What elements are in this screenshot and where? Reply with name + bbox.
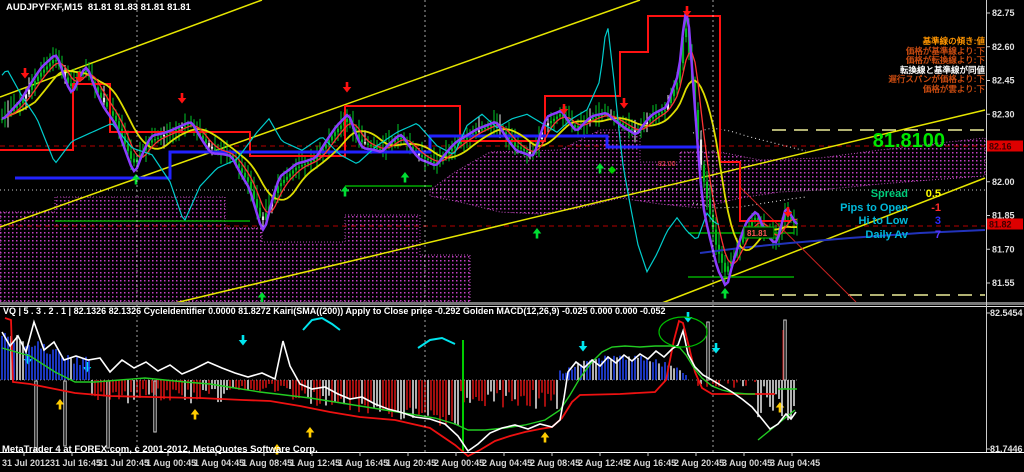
arrow-up-icon <box>401 172 410 183</box>
price-axis: 82.7582.6082.4582.3082.1582.0081.8581.70… <box>986 8 1023 454</box>
arrow-up-icon <box>776 402 785 413</box>
arrow-up-icon <box>56 399 65 410</box>
info-row-label: Spread <box>871 188 908 202</box>
arrow-down-icon <box>21 68 30 79</box>
svg-text:2 Aug 16:45: 2 Aug 16:45 <box>626 458 676 468</box>
info-row-value: 3 <box>915 215 941 229</box>
info-row-label: Pips to Open <box>840 202 908 216</box>
mt4-chart-window: 82.0081.8182.7582.6082.4582.3082.1582.00… <box>0 0 1024 472</box>
arrow-down-icon <box>83 362 92 373</box>
svg-text:81.70: 81.70 <box>992 244 1015 254</box>
indicator-title: VQ | 5 . 3 . 2 . 1 | 82.1326 82.1326 Cyc… <box>3 306 666 316</box>
trade-price-label: 81.81 <box>747 229 768 238</box>
info-row-value: -1 <box>915 202 941 216</box>
info-row: Spread 0.5 <box>840 188 985 202</box>
svg-text:2 Aug 00:45: 2 Aug 00:45 <box>434 458 484 468</box>
svg-text:82.30: 82.30 <box>992 109 1015 119</box>
chart-symbol-title: AUDJPYFXF,M15 81.81 81.83 81.81 81.81 <box>6 2 191 13</box>
info-row: Pips to Open -1 <box>840 202 985 216</box>
info-row-label: Daily Av <box>865 229 908 243</box>
ichimoku-status-line: 価格が雲より:下 <box>840 85 985 95</box>
svg-text:3 Aug 04:45: 3 Aug 04:45 <box>770 458 820 468</box>
arrow-up-icon <box>721 288 730 299</box>
svg-text:31 Jul 16:45: 31 Jul 16:45 <box>50 458 101 468</box>
arrow-down-icon <box>620 98 629 109</box>
price-tag: 81.82 <box>987 219 1023 230</box>
arrow-up-icon <box>132 174 141 185</box>
arrow-up-icon <box>541 432 550 443</box>
price-tag: 82.16 <box>987 141 1023 152</box>
svg-text:31 Jul 20:45: 31 Jul 20:45 <box>98 458 149 468</box>
copyright-text: MetaTrader 4 at FOREX.com, c 2001-2012, … <box>2 444 318 455</box>
info-row: Daily Av 7 <box>840 229 985 243</box>
arrow-down-icon <box>683 6 692 17</box>
svg-text:2 Aug 08:45: 2 Aug 08:45 <box>530 458 580 468</box>
arrow-up-icon <box>306 427 315 438</box>
arrow-down-icon <box>343 82 352 93</box>
svg-text:82.60: 82.60 <box>992 42 1015 52</box>
svg-text:82.45: 82.45 <box>992 76 1015 86</box>
svg-text:81.55: 81.55 <box>992 278 1015 288</box>
svg-text:3 Aug 00:45: 3 Aug 00:45 <box>722 458 772 468</box>
ichimoku-status-lines: 基準線の傾き:値価格が基準線より:下価格が転換線より:下転換線と基準線が同値遅行… <box>840 37 985 94</box>
arrow-up-icon <box>341 186 350 197</box>
svg-text:1 Aug 04:45: 1 Aug 04:45 <box>194 458 244 468</box>
svg-text:82.75: 82.75 <box>992 8 1015 18</box>
arrow-down-icon <box>579 341 588 352</box>
info-row-value: 7 <box>915 229 941 243</box>
svg-text:1 Aug 16:45: 1 Aug 16:45 <box>338 458 388 468</box>
info-row: Hi to Low 3 <box>840 215 985 229</box>
arrow-up-icon <box>191 409 200 420</box>
svg-text:82.00: 82.00 <box>992 177 1015 187</box>
current-price: 81.8100 <box>840 130 985 152</box>
spread-info-rows: Spread0.5Pips to Open-1Hi to Low3Daily A… <box>840 188 985 242</box>
info-row-label: Hi to Low <box>859 215 909 229</box>
svg-text:1 Aug 12:45: 1 Aug 12:45 <box>290 458 340 468</box>
info-row-value: 0.5 <box>915 188 941 202</box>
indicator-lines <box>0 317 800 456</box>
svg-text:1 Aug 20:45: 1 Aug 20:45 <box>386 458 436 468</box>
arrow-down-icon <box>239 335 248 346</box>
svg-text:81.7446: 81.7446 <box>990 444 1023 454</box>
svg-text:2 Aug 04:45: 2 Aug 04:45 <box>482 458 532 468</box>
level-price-label: 82.00 <box>658 161 676 168</box>
market-info-panel: 基準線の傾き:値価格が基準線より:下価格が転換線より:下転換線と基準線が同値遅行… <box>840 1 985 278</box>
svg-text:1 Aug 08:45: 1 Aug 08:45 <box>242 458 292 468</box>
svg-text:2 Aug 12:45: 2 Aug 12:45 <box>578 458 628 468</box>
svg-text:82.5454: 82.5454 <box>990 308 1023 318</box>
svg-text:82.16: 82.16 <box>989 142 1012 152</box>
svg-text:1 Aug 00:45: 1 Aug 00:45 <box>146 458 196 468</box>
arrow-down-icon <box>178 93 187 104</box>
ichimoku-cloud <box>0 130 985 302</box>
svg-text:2 Aug 20:45: 2 Aug 20:45 <box>674 458 724 468</box>
arrow-up-icon <box>533 228 542 239</box>
svg-text:31 Jul 2012: 31 Jul 2012 <box>2 458 50 468</box>
svg-text:81.82: 81.82 <box>989 220 1012 230</box>
